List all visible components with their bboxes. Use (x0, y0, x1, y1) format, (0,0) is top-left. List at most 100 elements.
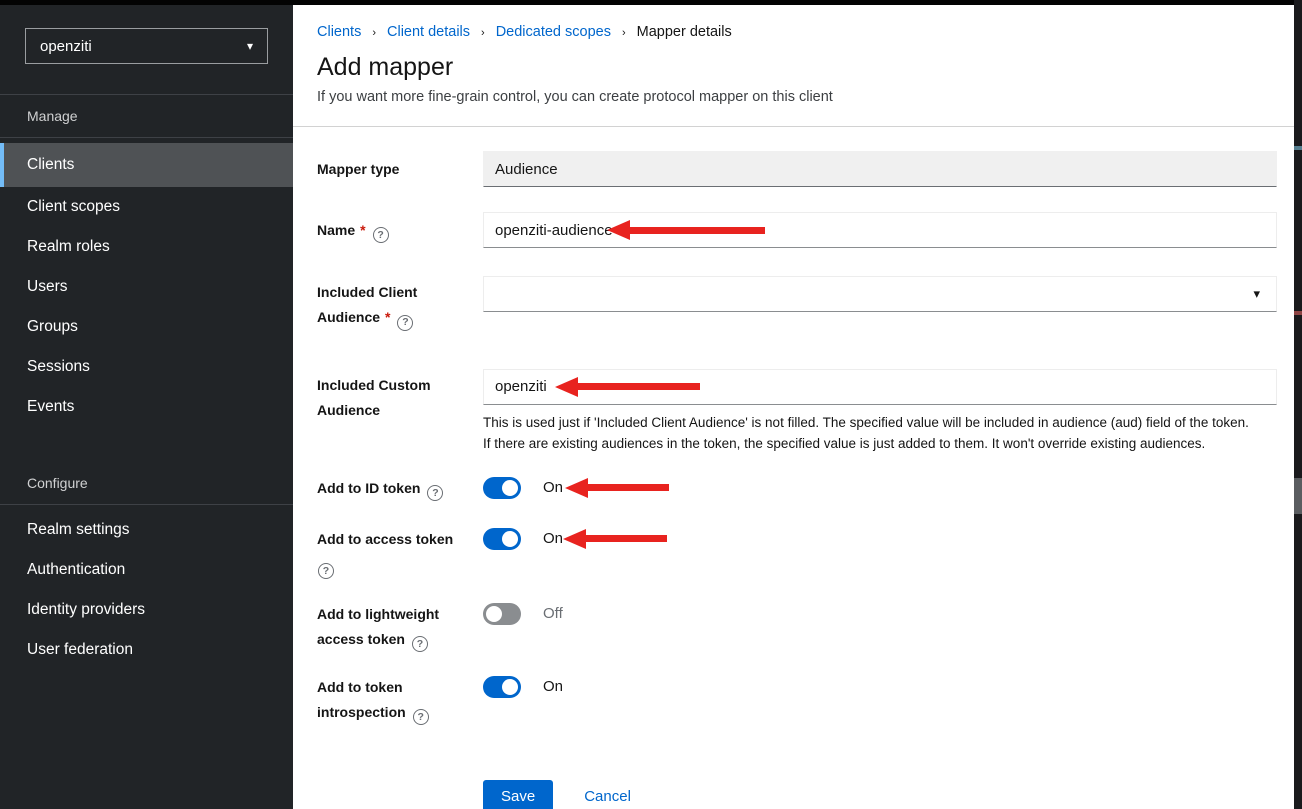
breadcrumb-clients[interactable]: Clients (317, 24, 361, 40)
sidebar-item-label: Client scopes (27, 198, 120, 216)
sidebar-item-sessions[interactable]: Sessions (0, 347, 293, 387)
label-line2: Audience (317, 398, 483, 423)
sidebar-item-label: Identity providers (27, 601, 145, 619)
nav-group-configure: Configure (0, 462, 293, 505)
label-line2: Audience*? (317, 305, 483, 331)
add-to-token-introspection-field: On (483, 676, 1277, 725)
sidebar-item-label: Authentication (27, 561, 125, 579)
scrollbar-marker (1294, 311, 1302, 315)
mapper-type-label: Mapper type (317, 151, 483, 187)
help-icon[interactable]: ? (412, 636, 428, 652)
breadcrumb-mapper-details: Mapper details (637, 24, 732, 40)
chevron-down-icon: ▾ (247, 39, 253, 53)
included-client-audience-select[interactable]: ▾ (483, 276, 1277, 312)
scrollbar-thumb[interactable] (1294, 478, 1302, 514)
nav-group-manage-label: Manage (27, 108, 78, 124)
sidebar-item-clients[interactable]: Clients (0, 143, 293, 187)
sidebar-item-groups[interactable]: Groups (0, 307, 293, 347)
toggle-state-label: On (543, 479, 563, 496)
sidebar-item-user-federation[interactable]: User federation (0, 630, 293, 670)
add-to-id-token-label: Add to ID token? (317, 477, 483, 501)
add-to-id-token-toggle[interactable] (483, 477, 521, 499)
breadcrumb-client-details[interactable]: Client details (387, 24, 470, 40)
help-icon[interactable]: ? (397, 315, 413, 331)
vertical-scrollbar[interactable] (1294, 0, 1302, 809)
page-subtitle: If you want more fine-grain control, you… (317, 89, 1277, 105)
name-label: Name*? (317, 212, 483, 248)
label-line2: ? (317, 554, 483, 579)
sidebar-item-label: Sessions (27, 358, 90, 376)
help-icon[interactable]: ? (318, 563, 334, 579)
name-row: Name*? (317, 212, 1277, 248)
included-custom-audience-label: Included Custom Audience (317, 369, 483, 454)
toggle-state-label: Off (543, 605, 563, 622)
sidebar-item-realm-roles[interactable]: Realm roles (0, 227, 293, 267)
mapper-type-label-text: Mapper type (317, 161, 399, 177)
label-line1: Included Client (317, 280, 483, 305)
add-to-lightweight-access-token-label: Add to lightweight access token? (317, 603, 483, 652)
breadcrumb-dedicated-scopes[interactable]: Dedicated scopes (496, 24, 611, 40)
page-header: Clients › Client details › Dedicated sco… (293, 0, 1302, 127)
included-client-audience-field-wrap: ▾ (483, 276, 1277, 331)
name-input[interactable] (483, 212, 1277, 248)
sidebar-item-identity-providers[interactable]: Identity providers (0, 590, 293, 630)
realm-name: openziti (40, 38, 92, 55)
label-line2: access token? (317, 627, 483, 652)
add-to-access-token-toggle[interactable] (483, 528, 521, 550)
mapper-type-field-wrap (483, 151, 1277, 187)
sidebar-item-label: Events (27, 398, 74, 416)
sidebar-item-users[interactable]: Users (0, 267, 293, 307)
realm-selector[interactable]: openziti ▾ (25, 28, 268, 64)
sidebar-item-authentication[interactable]: Authentication (0, 550, 293, 590)
included-client-audience-label: Included Client Audience*? (317, 276, 483, 331)
included-client-audience-row: Included Client Audience*? ▾ (317, 276, 1277, 331)
nav-list-configure: Realm settings Authentication Identity p… (0, 505, 293, 670)
mapper-type-field (483, 151, 1277, 187)
toggle-state-label: On (543, 678, 563, 695)
add-mapper-form: Mapper type Name*? Included Client (293, 127, 1302, 809)
name-label-text: Name (317, 222, 355, 238)
included-custom-audience-field-wrap: This is used just if 'Included Client Au… (483, 369, 1277, 454)
name-field-wrap (483, 212, 1277, 248)
sidebar-item-label: User federation (27, 641, 133, 659)
nav-group-configure-label: Configure (27, 475, 88, 491)
label-line1: Included Custom (317, 373, 483, 398)
sidebar-item-label: Groups (27, 318, 78, 336)
add-to-token-introspection-label: Add to token introspection? (317, 676, 483, 725)
masthead-strip (0, 0, 1302, 5)
sidebar-item-client-scopes[interactable]: Client scopes (0, 187, 293, 227)
scrollbar-marker (1294, 146, 1302, 150)
help-icon[interactable]: ? (373, 227, 389, 243)
mapper-type-row: Mapper type (317, 151, 1277, 187)
add-to-token-introspection-toggle[interactable] (483, 676, 521, 698)
helper-line2: If there are existing audiences in the t… (483, 433, 1277, 454)
add-to-lightweight-access-token-field: Off (483, 603, 1277, 652)
add-to-lightweight-access-token-toggle[interactable] (483, 603, 521, 625)
add-to-access-token-row: Add to access token ? On (317, 528, 1277, 579)
help-icon[interactable]: ? (427, 485, 443, 501)
realm-selector-area: openziti ▾ (0, 0, 293, 95)
add-to-access-token-field: On (483, 528, 1277, 579)
label-line2: introspection? (317, 700, 483, 725)
chevron-right-icon: › (622, 26, 626, 39)
toggle-knob (502, 531, 518, 547)
add-to-id-token-row: Add to ID token? On (317, 477, 1277, 501)
sidebar-item-label: Realm roles (27, 238, 110, 256)
chevron-right-icon: › (481, 26, 485, 39)
sidebar: openziti ▾ Manage Clients Client scopes … (0, 0, 293, 809)
nav-list-manage: Clients Client scopes Realm roles Users … (0, 138, 293, 427)
included-custom-audience-input[interactable] (483, 369, 1277, 405)
cancel-button[interactable]: Cancel (584, 788, 631, 805)
sidebar-item-events[interactable]: Events (0, 387, 293, 427)
field-helper-text: This is used just if 'Included Client Au… (483, 412, 1277, 454)
save-button[interactable]: Save (483, 780, 553, 809)
add-to-id-token-field: On (483, 477, 1277, 501)
toggle-knob (486, 606, 502, 622)
toggle-knob (502, 679, 518, 695)
sidebar-item-label: Users (27, 278, 67, 296)
sidebar-item-realm-settings[interactable]: Realm settings (0, 510, 293, 550)
help-icon[interactable]: ? (413, 709, 429, 725)
nav-group-manage: Manage (0, 95, 293, 138)
toggle-state-label: On (543, 530, 563, 547)
chevron-right-icon: › (372, 26, 376, 39)
